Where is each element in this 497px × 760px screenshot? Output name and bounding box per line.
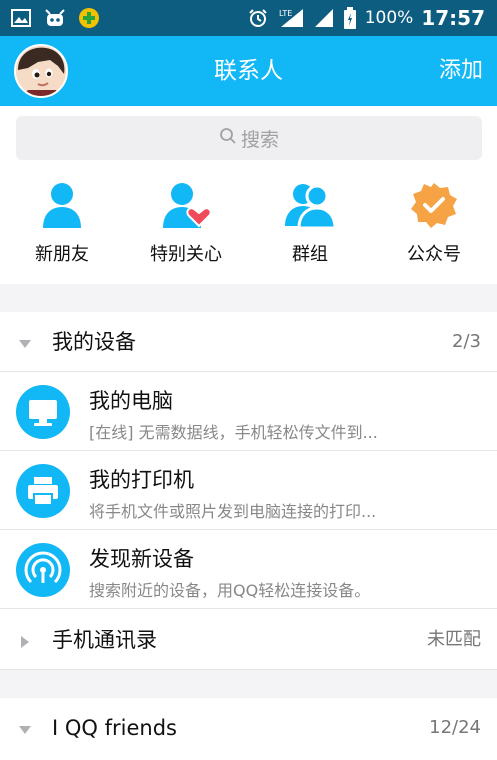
add-button[interactable]: 添加: [439, 36, 483, 106]
person-icon: [37, 180, 87, 230]
group-my-devices[interactable]: 我的设备 2/3: [0, 312, 497, 372]
group-title: 手机通讯录: [52, 628, 157, 652]
quick-entries: 新朋友 特别关心 群组 公众号: [0, 176, 497, 284]
device-desc: [在线] 无需数据线，手机轻松传文件到...: [89, 423, 378, 442]
group-count: 12/24: [429, 717, 481, 738]
device-desc: 搜索附近的设备，用QQ轻松连接设备。: [89, 581, 371, 600]
quick-groups[interactable]: 群组: [248, 176, 372, 284]
title-bar: 联系人 添加: [0, 36, 497, 106]
status-bar: LTE 100% 17:57: [0, 0, 497, 36]
lte-signal-icon: LTE: [277, 7, 305, 29]
triangle-down-icon: [18, 722, 32, 736]
device-my-printer[interactable]: 我的打印机 将手机文件或照片发到电脑连接的打印...: [0, 451, 497, 530]
search-area: 搜索: [0, 106, 497, 176]
radar-icon: [16, 543, 70, 597]
device-discover-new[interactable]: 发现新设备 搜索附近的设备，用QQ轻松连接设备。: [0, 530, 497, 609]
page-title: 联系人: [214, 58, 283, 84]
device-name: 发现新设备: [89, 547, 194, 571]
quick-label: 公众号: [407, 244, 461, 265]
group-qq-friends[interactable]: I QQ friends 12/24: [0, 698, 497, 760]
quick-special-care[interactable]: 特别关心: [124, 176, 248, 284]
search-input[interactable]: 搜索: [16, 116, 482, 160]
device-my-computer[interactable]: 我的电脑 [在线] 无需数据线，手机轻松传文件到...: [0, 372, 497, 451]
quick-label: 特别关心: [150, 244, 222, 265]
group-title: 我的设备: [52, 330, 136, 354]
group-icon: [285, 180, 337, 230]
quick-label: 群组: [292, 244, 328, 265]
quick-label: 新朋友: [35, 244, 89, 265]
device-name: 我的电脑: [89, 389, 173, 413]
quick-public-accounts[interactable]: 公众号: [372, 176, 496, 284]
monitor-icon: [16, 385, 70, 439]
section-divider: [0, 670, 497, 698]
bot-icon: [44, 7, 66, 29]
group-count: 未匹配: [427, 629, 481, 650]
alarm-icon: [247, 7, 269, 29]
battery-icon: [343, 7, 357, 29]
device-name: 我的打印机: [89, 468, 194, 492]
image-icon: [10, 7, 32, 29]
search-placeholder: 搜索: [240, 128, 279, 151]
battery-percent: 100%: [364, 8, 414, 28]
printer-icon: [16, 464, 70, 518]
group-phone-contacts[interactable]: 手机通讯录 未匹配: [0, 610, 497, 670]
triangle-right-icon: [18, 634, 32, 648]
clock: 17:57: [421, 6, 485, 30]
badge-check-icon: [409, 180, 459, 230]
section-divider: [0, 284, 497, 312]
triangle-down-icon: [18, 336, 32, 350]
plus-badge-icon: [78, 7, 100, 29]
group-count: 2/3: [452, 331, 481, 352]
device-desc: 将手机文件或照片发到电脑连接的打印...: [89, 502, 377, 521]
quick-new-friends[interactable]: 新朋友: [0, 176, 124, 284]
search-icon: [219, 127, 237, 150]
group-title: I QQ friends: [52, 716, 177, 740]
svg-text:LTE: LTE: [279, 9, 292, 18]
signal-icon: [313, 7, 335, 29]
person-heart-icon: [161, 180, 212, 230]
